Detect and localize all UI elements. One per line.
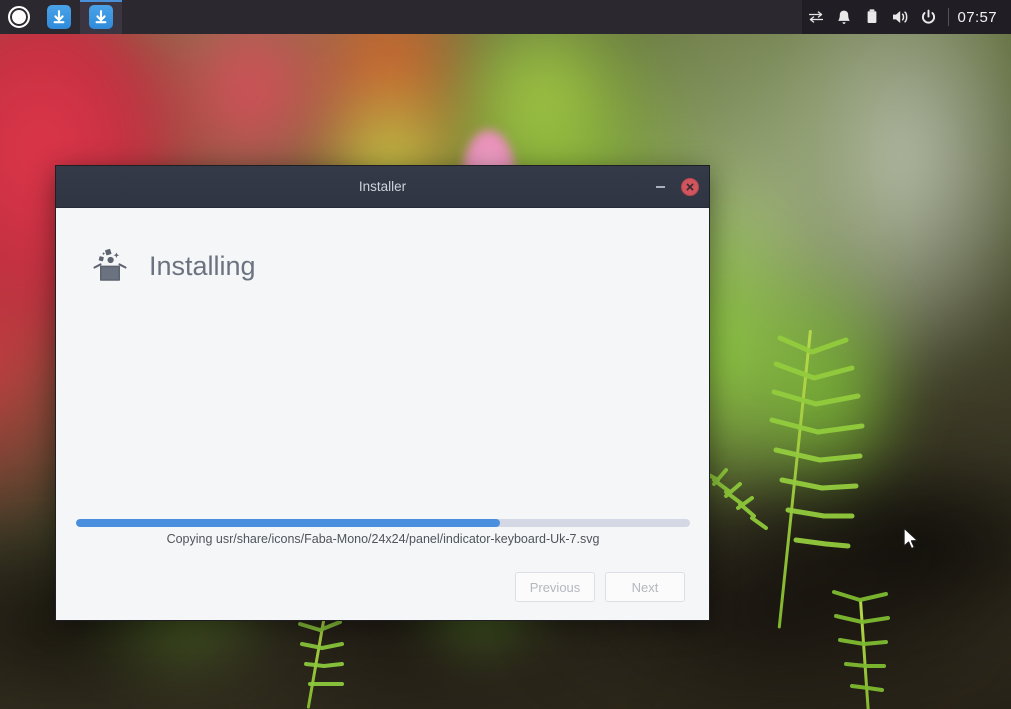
window-titlebar[interactable]: Installer xyxy=(56,166,709,208)
whisker-menu-button[interactable] xyxy=(0,0,38,34)
window-title: Installer xyxy=(358,179,407,194)
close-button[interactable] xyxy=(681,178,699,196)
bell-icon[interactable] xyxy=(830,0,858,34)
page-title: Installing xyxy=(149,250,256,281)
page-header: Installing xyxy=(90,246,675,286)
next-button[interactable]: Next xyxy=(605,572,685,602)
progress-status-text: Copying usr/share/icons/Faba-Mono/24x24/… xyxy=(166,532,600,546)
close-icon xyxy=(686,183,694,191)
network-transfer-glyph xyxy=(809,11,824,23)
download-arrow-icon-active xyxy=(89,5,113,29)
taskbar-item-installer-2[interactable] xyxy=(80,0,122,34)
network-transfer-icon[interactable] xyxy=(802,0,830,34)
desktop: 07:57 Installer Installing Copying usr/s… xyxy=(0,0,1011,709)
circle-menu-icon xyxy=(8,6,30,28)
battery-glyph xyxy=(868,9,877,23)
progress-bar[interactable] xyxy=(76,519,690,527)
installer-footer: Copying usr/share/icons/Faba-Mono/24x24/… xyxy=(56,519,709,620)
taskbar-launchers xyxy=(0,0,122,34)
progress-area: Copying usr/share/icons/Faba-Mono/24x24/… xyxy=(76,519,690,546)
window-controls xyxy=(651,166,699,208)
download-arrow-glyph xyxy=(53,10,65,24)
speaker-icon[interactable] xyxy=(886,0,914,34)
installer-page-body: Installing xyxy=(56,208,709,519)
tray-separator xyxy=(948,8,950,26)
download-arrow-icon xyxy=(47,5,71,29)
download-arrow-glyph-active xyxy=(95,10,107,24)
power-icon[interactable] xyxy=(914,0,942,34)
navigation-buttons: Previous Next xyxy=(76,572,687,602)
minimize-icon xyxy=(655,186,665,188)
system-tray: 07:57 xyxy=(802,0,1011,34)
progress-bar-fill xyxy=(76,519,500,527)
battery-icon[interactable] xyxy=(858,0,886,34)
bell-glyph xyxy=(838,10,851,24)
clock[interactable]: 07:57 xyxy=(957,9,1001,26)
minimize-button[interactable] xyxy=(651,178,669,196)
taskbar-item-installer-1[interactable] xyxy=(38,0,80,34)
power-glyph xyxy=(921,9,935,24)
taskbar-empty-area xyxy=(122,0,802,34)
package-install-icon xyxy=(93,248,127,281)
previous-button[interactable]: Previous xyxy=(515,572,595,602)
speaker-glyph xyxy=(892,11,908,23)
taskbar: 07:57 xyxy=(0,0,1011,34)
installer-window: Installer Installing Copying usr/share/i… xyxy=(55,165,710,621)
